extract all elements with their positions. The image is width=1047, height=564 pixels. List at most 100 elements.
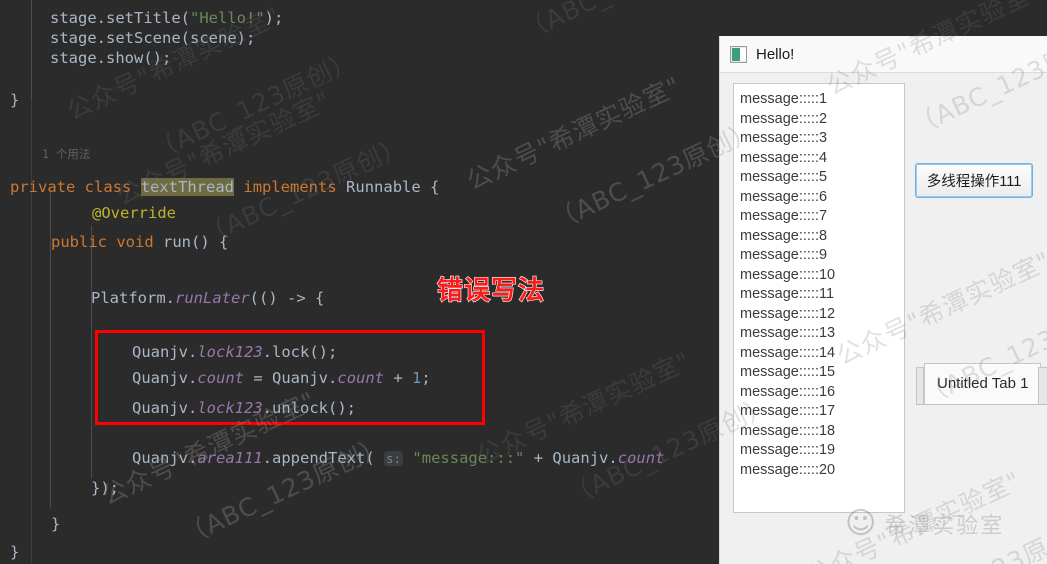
code-token: implements: [243, 178, 337, 196]
code-token: .: [608, 449, 618, 467]
code-token: (() -> {: [249, 289, 325, 307]
code-token: show();: [106, 49, 172, 67]
message-line: message:::::9: [740, 247, 828, 263]
message-line: message:::::12: [740, 305, 836, 322]
code-token: .appendText(: [262, 449, 384, 467]
message-line: message:::::20: [740, 461, 836, 478]
code-token: Runnable: [346, 178, 421, 196]
code-line[interactable]: stage.setTitle("Hello!");: [50, 8, 283, 28]
code-line[interactable]: @Override: [92, 203, 176, 223]
code-token: s:: [384, 451, 404, 466]
code-token: .: [96, 29, 107, 47]
code-token: stage: [50, 29, 97, 47]
code-line[interactable]: Quanjv.count = Quanjv.count + 1;: [132, 368, 431, 388]
usage-hint-label[interactable]: 1 个用法: [42, 146, 90, 162]
code-token: void: [116, 233, 154, 251]
message-textarea[interactable]: message:::::1 message:::::2 message:::::3 m…: [733, 83, 905, 513]
code-token: (scene);: [180, 29, 256, 47]
app-content-area: message:::::1 message:::::2 message:::::3 m…: [720, 73, 1047, 564]
message-line: message:::::3: [740, 130, 828, 146]
code-line[interactable]: Platform.runLater(() -> {: [91, 288, 324, 308]
code-token: Quanjv: [272, 369, 329, 387]
message-line: message:::::15: [740, 364, 836, 380]
code-token: count: [197, 369, 245, 387]
code-token: .unlock();: [262, 399, 356, 417]
code-token: count: [617, 449, 665, 467]
code-token: class: [84, 178, 132, 196]
message-line: message:::::19: [740, 442, 836, 458]
code-token: Platform: [91, 289, 166, 307]
code-token: .: [188, 449, 198, 467]
code-token: {: [420, 178, 440, 196]
code-token: area111: [197, 449, 263, 467]
tab-untitled-tab-1[interactable]: Untitled Tab 1: [924, 363, 1042, 404]
code-token: ;: [421, 369, 431, 387]
code-token: stage: [50, 49, 97, 67]
code-line[interactable]: stage.show();: [50, 48, 171, 68]
code-token: .: [165, 289, 175, 307]
tab-leading-spacer: [916, 367, 924, 404]
code-line[interactable]: private class textThread implements Runn…: [10, 177, 439, 197]
code-token: +: [524, 449, 553, 467]
code-token: Quanjv: [132, 399, 188, 417]
code-line[interactable]: });: [91, 478, 119, 498]
code-token: +: [384, 369, 413, 387]
code-token: ): [264, 9, 275, 27]
message-line: message:::::1: [740, 91, 828, 107]
code-token: =: [244, 369, 273, 387]
code-token: .: [96, 9, 107, 27]
code-editor-pane[interactable]: 1 个用法 stage.setTitle("Hello!"); stage.set…: [0, 0, 719, 564]
code-token: .: [188, 343, 198, 361]
code-token: count: [337, 369, 385, 387]
code-token: Quanjv: [552, 449, 609, 467]
indent-guide: [31, 0, 32, 100]
code-line[interactable]: Quanjv.area111.appendText( s: "message::…: [132, 448, 664, 469]
code-token: .: [328, 369, 338, 387]
code-token: setScene: [106, 29, 181, 47]
message-line: message:::::16: [740, 383, 836, 400]
code-line[interactable]: }: [10, 90, 19, 110]
tab-pane[interactable]: Untitled Tab 1: [916, 363, 1047, 423]
code-line[interactable]: }: [51, 514, 60, 534]
java-app-icon: [730, 45, 747, 63]
app-window-title: Hello!: [756, 45, 795, 63]
code-line[interactable]: public void run() {: [51, 232, 228, 252]
code-token: }: [10, 91, 20, 109]
message-line: message:::::5: [740, 169, 828, 185]
message-line: message:::::14: [740, 344, 836, 361]
tab-strip-divider: [916, 404, 1047, 405]
code-token: }: [51, 515, 61, 533]
code-token: (: [180, 9, 191, 27]
javafx-app-window[interactable]: Hello! message:::::1 message:::::2 message…: [719, 36, 1047, 564]
code-line[interactable]: stage.setScene(scene);: [50, 28, 255, 48]
code-token: public: [51, 233, 107, 251]
code-token: runLater: [175, 289, 250, 307]
screenshot-root: 1 个用法 stage.setTitle("Hello!"); stage.set…: [0, 0, 1047, 564]
code-line[interactable]: Quanjv.lock123.lock();: [132, 342, 337, 362]
message-line: message:::::7: [740, 208, 828, 224]
code-token: private: [10, 178, 76, 196]
code-token: setTitle: [106, 9, 181, 27]
message-line: message:::::10: [740, 266, 836, 283]
app-titlebar[interactable]: Hello!: [720, 36, 1047, 73]
code-token: .: [188, 399, 198, 417]
code-line[interactable]: Quanjv.lock123.unlock();: [132, 398, 356, 418]
message-line: message:::::17: [740, 403, 836, 419]
code-line[interactable]: }: [10, 542, 19, 562]
tab-trailing-spacer: [1038, 367, 1047, 404]
code-token: 1: [412, 369, 422, 387]
multithread-action-button[interactable]: 多线程操作111: [915, 163, 1033, 198]
indent-guide: [91, 226, 92, 478]
code-token: ;: [274, 9, 284, 27]
code-token: }: [10, 543, 20, 561]
code-token: .: [96, 49, 107, 67]
code-token: textThread: [140, 178, 235, 196]
message-line-container: message:::::1 message:::::2 message:::::3 m…: [740, 90, 904, 480]
message-line: message:::::4: [740, 149, 828, 166]
